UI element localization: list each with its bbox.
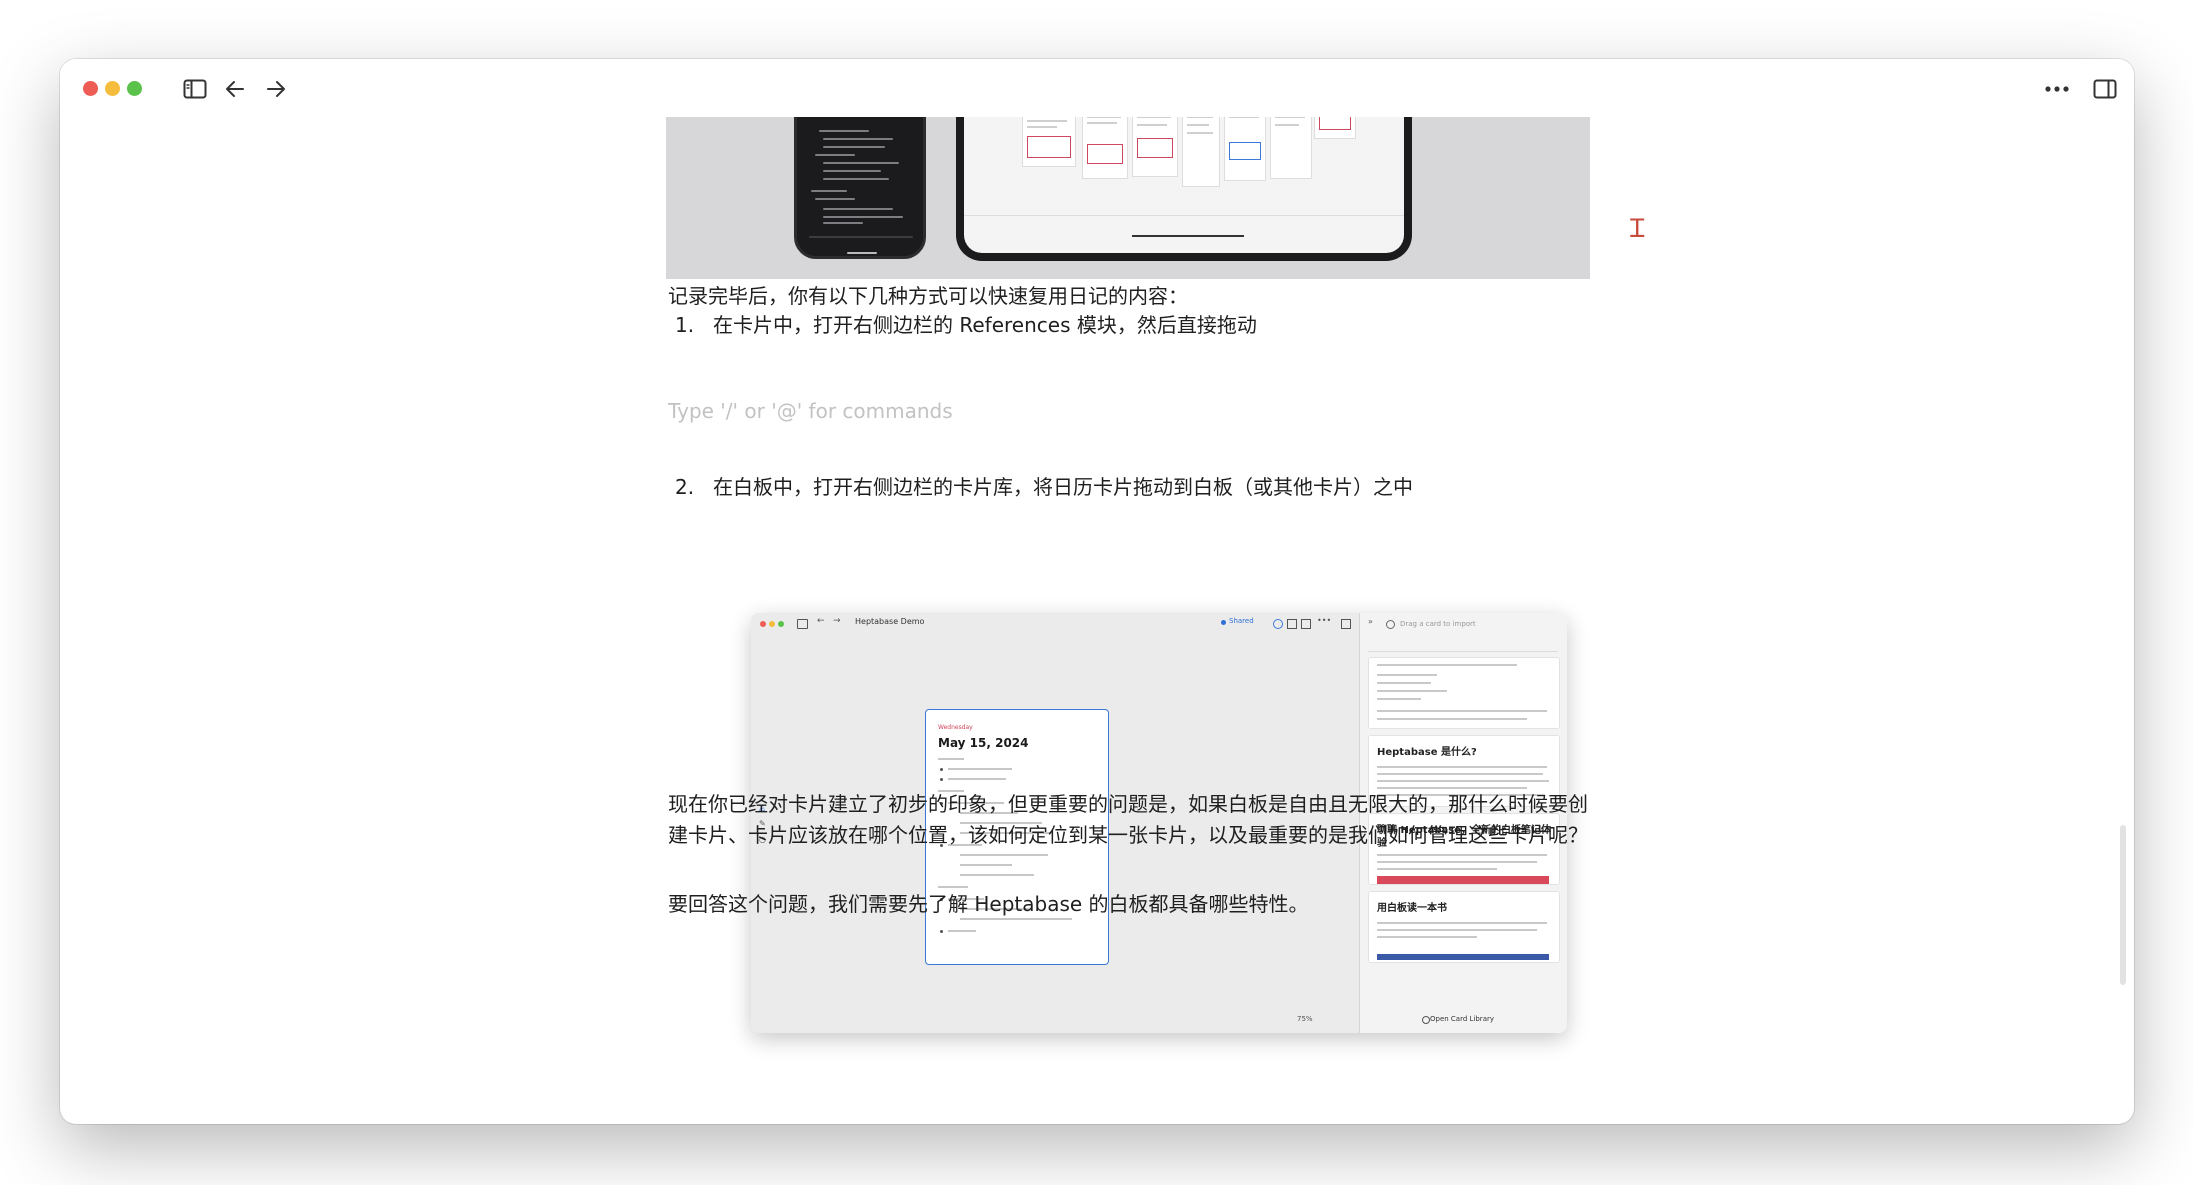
scrollbar[interactable] (2120, 825, 2126, 985)
app-window: 记录完毕后，你有以下几种方式可以快速复用日记的内容： 1. 在卡片中，打开右侧边… (60, 59, 2134, 1124)
document-content[interactable]: 记录完毕后，你有以下几种方式可以快速复用日记的内容： 1. 在卡片中，打开右侧边… (60, 117, 2134, 1124)
phone-mockup (794, 117, 926, 259)
list-number: 2. (675, 475, 695, 499)
arrow-right-icon[interactable] (261, 74, 291, 104)
title-bar (60, 59, 2134, 117)
tablet-mockup (956, 117, 1412, 261)
minimize-window-button[interactable] (105, 81, 120, 96)
paragraph-intro: 记录完毕后，你有以下几种方式可以快速复用日记的内容： (668, 284, 1188, 308)
list-item-card-library: 2. 在白板中，打开右侧边栏的卡片库，将日历卡片拖动到白板（或其他卡片）之中 (675, 472, 1413, 503)
more-icon[interactable] (2042, 74, 2072, 104)
devices-screenshot-image (666, 117, 1590, 279)
embedded-library-search: Drag a card to import (1400, 620, 1476, 628)
day-of-week: Wednesday (938, 724, 973, 731)
embedded-shared-label: Shared (1229, 617, 1254, 625)
command-placeholder[interactable]: Type '/' or '@' for commands (668, 396, 953, 427)
list-text: 在白板中，打开右侧边栏的卡片库，将日历卡片拖动到白板（或其他卡片）之中 (713, 475, 1413, 499)
journal-date: May 15, 2024 (938, 736, 1029, 750)
zoom-window-button[interactable] (127, 81, 142, 96)
embedded-open-card-library: Open Card Library (1430, 1015, 1494, 1023)
embedded-card-list (1368, 657, 1560, 729)
sidebar-toggle-icon[interactable] (180, 74, 210, 104)
close-window-button[interactable] (83, 81, 98, 96)
paragraph-cards-question: 现在你已经对卡片建立了初步的印象，但更重要的问题是，如果白板是自由且无限大的，那… (668, 792, 1588, 847)
arrow-left-icon[interactable] (220, 74, 250, 104)
list-item-references: 1. 在卡片中，打开右侧边栏的 References 模块，然后直接拖动 (675, 310, 1257, 341)
right-panel-icon[interactable] (2090, 74, 2120, 104)
list-number: 1. (675, 313, 695, 337)
paragraph-next: 要回答这个问题，我们需要先了解 Heptabase 的白板都具备哪些特性。 (668, 892, 1309, 916)
embedded-titlebar: ← → Heptabase Demo Shared ••• (751, 613, 1361, 635)
embedded-window-title: Heptabase Demo (855, 617, 925, 626)
text-cursor-icon: Ɪ (1630, 214, 1645, 244)
embedded-zoom-level: 75% (1297, 1015, 1313, 1023)
list-text: 在卡片中，打开右侧边栏的 References 模块，然后直接拖动 (713, 313, 1257, 337)
